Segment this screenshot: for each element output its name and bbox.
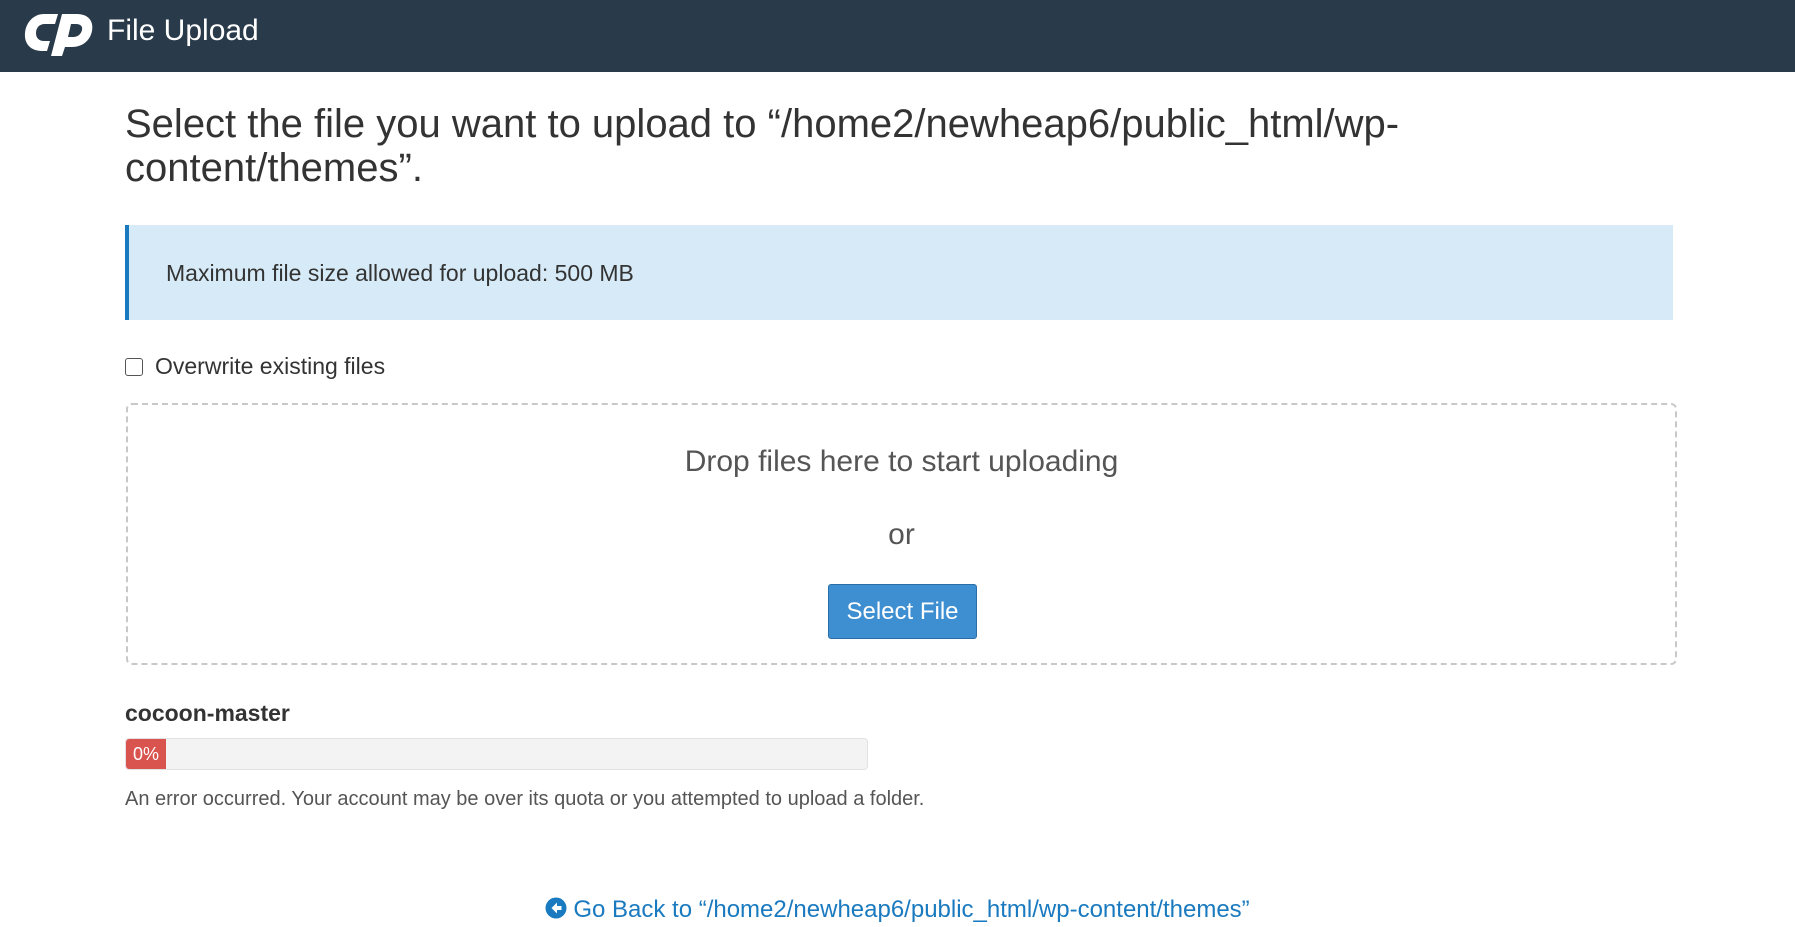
overwrite-checkbox[interactable]	[125, 357, 143, 376]
upload-file-name: cocoon-master	[125, 700, 290, 726]
page-title: Select the file you want to upload to “/…	[125, 102, 1400, 190]
app-title: File Upload	[107, 14, 259, 47]
go-back-label[interactable]: Go Back to “/home2/newheap6/public_html/…	[573, 896, 1249, 923]
cpanel-logo-icon[interactable]	[22, 6, 100, 58]
progress-label: 0%	[132, 744, 159, 764]
max-file-size-notice: Maximum file size allowed for upload: 50…	[125, 225, 1673, 320]
upload-error-message: An error occurred. Your account may be o…	[125, 788, 925, 810]
overwrite-label[interactable]: Overwrite existing files	[155, 353, 385, 380]
file-drop-zone[interactable]: Drop files here to start uploading or Se…	[126, 403, 1677, 665]
or-text: or	[888, 518, 915, 551]
upload-progress-bar: 0%	[125, 738, 868, 770]
drop-files-text: Drop files here to start uploading	[684, 445, 1119, 478]
top-bar: File Upload	[0, 0, 1795, 72]
overwrite-option[interactable]: Overwrite existing files	[125, 353, 385, 380]
info-message: Maximum file size allowed for upload: 50…	[166, 260, 634, 286]
select-file-button[interactable]: Select File	[828, 584, 977, 639]
arrow-circle-left-icon[interactable]	[545, 897, 567, 919]
go-back-link[interactable]: Go Back to “/home2/newheap6/public_html/…	[0, 896, 1795, 924]
